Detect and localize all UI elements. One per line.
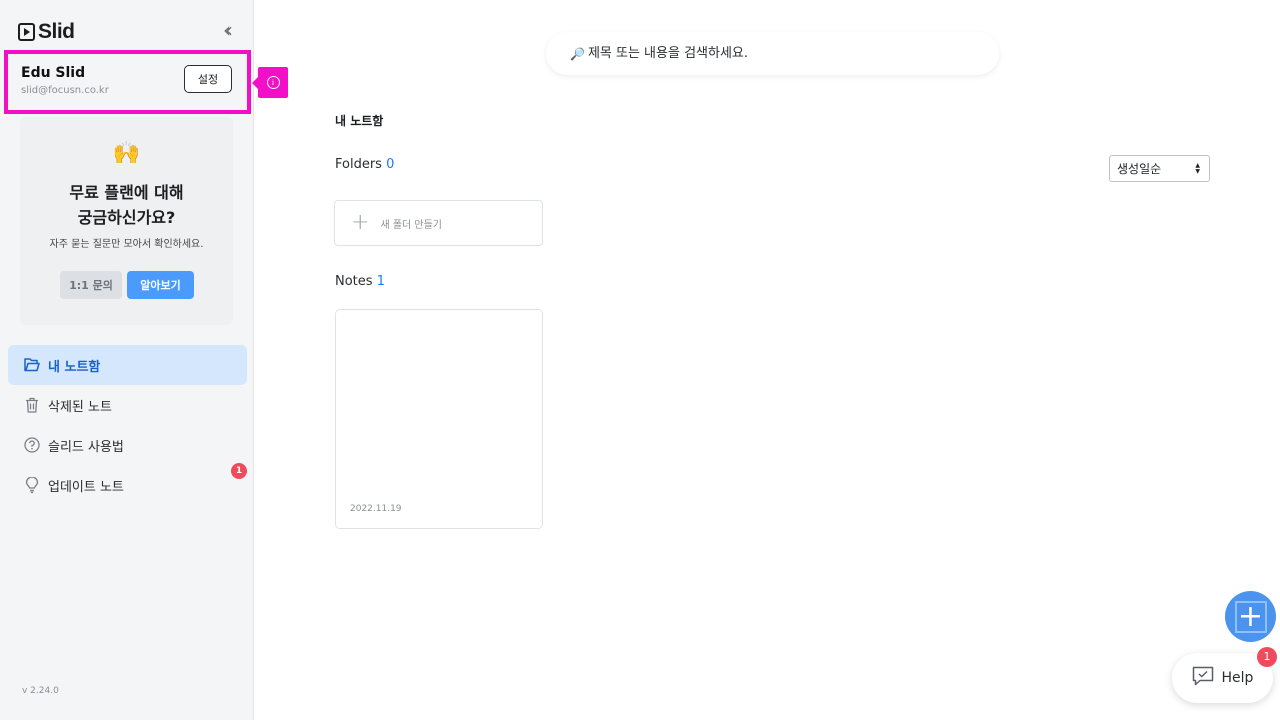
sidebar-item-how-to-use[interactable]: 슬리드 사용법 (8, 425, 247, 465)
question-circle-icon (24, 437, 40, 453)
sidebar-item-my-notes[interactable]: 내 노트함 (8, 345, 247, 385)
folders-heading: Folders 0 (335, 157, 394, 172)
lightbulb-icon (24, 477, 40, 493)
free-plan-promo: 🙌 무료 플랜에 대해 궁금하신가요? 자주 묻는 질문만 모아서 확인하세요.… (20, 117, 233, 325)
sort-arrows-icon: ▲ ▼ (1195, 162, 1200, 175)
sidebar-item-label: 슬리드 사용법 (48, 439, 124, 455)
raised-hands-icon: 🙌 (112, 141, 141, 166)
play-icon (18, 23, 35, 41)
note-date: 2022.11.19 (350, 504, 402, 514)
promo-description: 자주 묻는 질문만 모아서 확인하세요. (49, 239, 204, 250)
sidebar-item-label: 삭제된 노트 (48, 399, 112, 415)
sidebar-item-deleted-notes[interactable]: 삭제된 노트 (8, 385, 247, 425)
folders-count: 0 (386, 157, 395, 172)
help-label: Help (1221, 670, 1254, 686)
info-icon: i (266, 76, 280, 89)
sidebar-nav: 내 노트함 삭제된 노트 슬리드 사용법 업데이트 노트 1 (8, 345, 247, 505)
collapse-sidebar-icon[interactable]: ‹‹ (214, 19, 236, 41)
sort-select-value: 생성일순 (1117, 162, 1162, 176)
info-tag[interactable]: i (252, 67, 288, 98)
notes-label: Notes (335, 274, 373, 289)
add-note-button[interactable]: + (1225, 591, 1276, 642)
update-badge: 1 (231, 463, 247, 479)
user-name: Edu Slid (21, 65, 86, 81)
inquiry-button[interactable]: 1:1 문의 (60, 271, 122, 299)
search-bar: 🔎 (546, 32, 999, 75)
sort-select[interactable]: 생성일순 ▲ ▼ (1109, 155, 1210, 182)
user-email: slid@focusn.co.kr (21, 85, 109, 96)
notes-count: 1 (376, 274, 385, 289)
settings-button[interactable]: 설정 (184, 65, 232, 93)
chat-icon (1192, 666, 1214, 690)
search-input[interactable] (587, 46, 968, 61)
app-version: v 2.24.0 (22, 686, 59, 696)
plus-icon: + (1234, 600, 1267, 633)
notes-heading: Notes 1 (335, 274, 385, 289)
promo-title: 무료 플랜에 대해 궁금하신가요? (20, 180, 233, 230)
folders-label: Folders (335, 157, 382, 172)
sidebar: Slid ‹‹ Edu Slid slid@focusn.co.kr 설정 🙌 … (0, 0, 254, 720)
folder-open-icon (24, 357, 40, 373)
help-badge: 1 (1257, 647, 1277, 667)
new-folder-label: 새 폴더 만들기 (380, 219, 442, 231)
learn-more-button[interactable]: 알아보기 (127, 271, 194, 299)
plus-icon: + (351, 210, 370, 235)
note-card[interactable]: 2022.11.19 (335, 309, 543, 529)
trash-icon (24, 397, 40, 413)
page-title: 내 노트함 (335, 114, 384, 128)
new-folder-button[interactable]: + 새 폴더 만들기 (334, 200, 543, 246)
app-logo[interactable]: Slid (18, 20, 75, 44)
promo-title-line2: 궁금하신가요? (77, 208, 176, 227)
sidebar-item-label: 업데이트 노트 (48, 479, 124, 495)
sidebar-item-label: 내 노트함 (48, 359, 101, 375)
user-profile-box: Edu Slid slid@focusn.co.kr 설정 (4, 50, 251, 114)
sidebar-item-update-notes[interactable]: 업데이트 노트 1 (8, 463, 247, 505)
search-icon: 🔎 (570, 46, 585, 61)
promo-title-line1: 무료 플랜에 대해 (69, 183, 184, 202)
logo-text: Slid (38, 20, 75, 43)
